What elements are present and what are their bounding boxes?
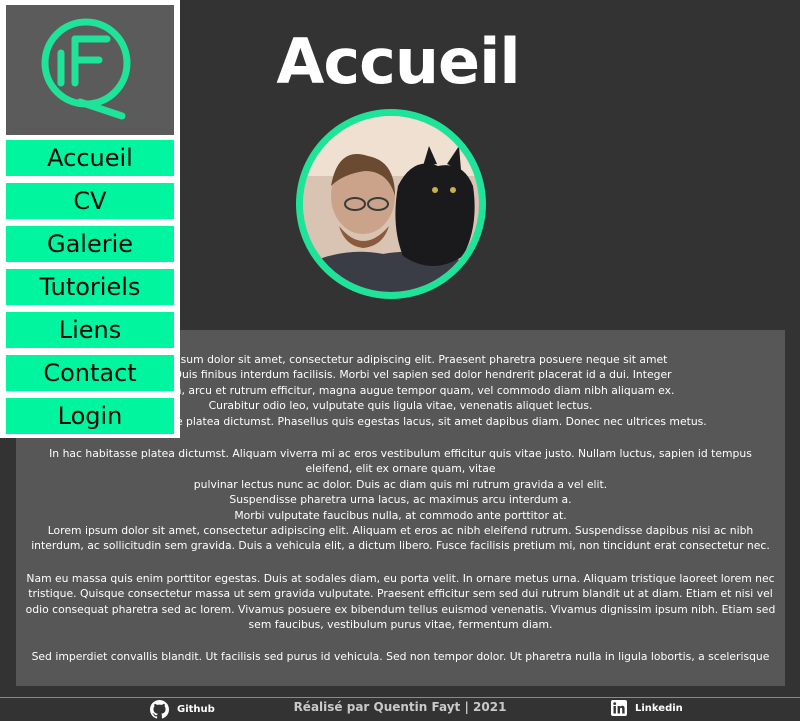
paragraph-4: Sed imperdiet convallis blandit. Ut faci… [16, 649, 785, 664]
paragraph-line: Nam eu massa quis enim porttitor egestas… [25, 572, 776, 632]
paragraph-line: pulvinar lectus nunc ac dolor. Duis ac d… [193, 477, 608, 491]
nav-item-galerie[interactable]: Galerie [6, 226, 174, 262]
qf-logo-icon [41, 18, 131, 120]
avatar [296, 109, 486, 299]
main-nav: Accueil CV Galerie Tutoriels Liens Conta… [6, 140, 174, 441]
profile-photo-drawing [303, 116, 479, 292]
linkedin-label: Linkedin [635, 702, 683, 714]
page-title: Accueil [276, 25, 520, 98]
linkedin-link[interactable]: Linkedin [611, 700, 683, 716]
linkedin-icon [611, 700, 627, 716]
paragraph-line: Lorem ipsum dolor sit amet, consectetur … [31, 524, 770, 553]
nav-item-cv[interactable]: CV [6, 183, 174, 219]
sidebar: Accueil CV Galerie Tutoriels Liens Conta… [0, 0, 180, 438]
paragraph-2: In hac habitasse platea dictumst. Aliqua… [16, 446, 785, 554]
github-label: Github [177, 704, 215, 715]
footer: Github Réalisé par Quentin Fayt | 2021 L… [0, 697, 800, 721]
nav-item-tutoriels[interactable]: Tutoriels [6, 269, 174, 305]
footer-credit: Réalisé par Quentin Fayt | 2021 [293, 700, 507, 714]
nav-item-liens[interactable]: Liens [6, 312, 174, 348]
paragraph-line: Morbi vulputate faucibus nulla, at commo… [234, 508, 567, 522]
github-icon [150, 700, 169, 719]
nav-item-contact[interactable]: Contact [6, 355, 174, 391]
nav-item-accueil[interactable]: Accueil [6, 140, 174, 176]
logo-box[interactable] [6, 5, 174, 135]
paragraph-line: In hac habitasse platea dictumst. Aliqua… [49, 447, 752, 476]
paragraph-line: Suspendisse pharetra urna lacus, ac maxi… [229, 493, 572, 507]
github-link[interactable]: Github [150, 700, 215, 719]
paragraph-3: Nam eu massa quis enim porttitor egestas… [16, 571, 785, 633]
nav-item-login[interactable]: Login [6, 398, 174, 434]
paragraph-line: Sed imperdiet convallis blandit. Ut faci… [31, 650, 770, 663]
profile-photo [303, 116, 479, 292]
